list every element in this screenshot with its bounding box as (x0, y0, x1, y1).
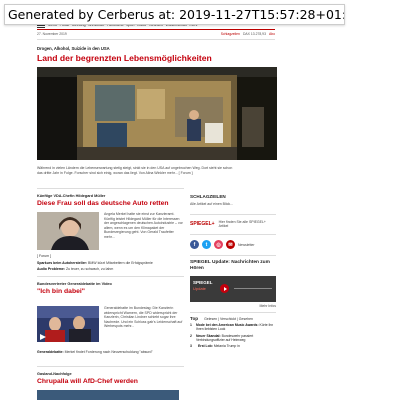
spiegel-plus-link[interactable]: Hier finden Sie alle SPIEGEL+ Artikel (219, 220, 276, 228)
article2-teaser: Generaldebatte im Bundestag: Die Kanzler… (104, 306, 183, 329)
divider (37, 188, 184, 189)
dateline: 27. November 2019 Schlagzeilen DAX 13.27… (37, 32, 275, 38)
top-item-text: Neuer Skandal: Bundeswehr passiert Verbi… (196, 334, 276, 343)
article1-image[interactable] (37, 212, 99, 250)
mail-icon[interactable]: ✉ (226, 240, 235, 249)
spiegel-plus-logo[interactable]: SPIEGEL+ (190, 221, 215, 227)
instagram-icon[interactable]: ◎ (214, 240, 223, 249)
article1-related-2[interactable]: Audio Probleme: Zu teuer, zu schwach, zu… (37, 267, 113, 271)
article3-headline[interactable]: Chrupalla will AfD-Chef werden (37, 378, 138, 385)
article1-related-1[interactable]: Sparkurs beim Autohersteller: BMW kürzt … (37, 261, 153, 265)
generated-banner: Generated by Cerberus at: 2019-11-27T15:… (4, 4, 345, 25)
divider (37, 276, 184, 277)
related-label: Audio Probleme: (37, 267, 66, 271)
article2-kicker[interactable]: Bundesvertreter Generaldebatte im Video (37, 282, 112, 286)
player-brand: SPIEGEL (193, 280, 213, 285)
top-item-rest: Melania Trump in (213, 344, 240, 349)
rank-number: 3 (190, 344, 192, 349)
headlines-title[interactable]: SCHLAGZEILEN (190, 194, 276, 199)
article1-kicker[interactable]: Künftige VDA-Chefin Hildegard Müller (37, 194, 105, 198)
top-item-text: Erst Lob: Melania Trump in (198, 344, 240, 348)
headlines-link[interactable]: Schlagzeilen (221, 32, 240, 38)
top-item-title: Erst Lob: (198, 344, 213, 349)
top-list-item[interactable]: 3 Erst Lob: Melania Trump in (190, 344, 276, 348)
article3-image[interactable] (37, 390, 179, 400)
progress-bar[interactable] (234, 288, 272, 289)
twitter-icon[interactable]: t (202, 240, 211, 249)
divider (37, 39, 275, 40)
update-title[interactable]: SPIEGEL Update: Nachrichten zum Hören (190, 260, 276, 272)
divider (37, 366, 184, 367)
related-text: Merkel findet Forderung nach Neuverschul… (64, 350, 153, 354)
article1-teaser: Angela Merkel hatte sie einst zur Kanzle… (104, 212, 183, 239)
divider (190, 255, 276, 256)
headlines-text[interactable]: Alle Artikel auf einen Blick... (190, 202, 276, 206)
audio-player[interactable]: SPIEGEL Update (190, 276, 276, 302)
spiegel-page: Menü Politik Meinung Wirtschaft Panorama Spor… (33, 0, 279, 400)
hero-caption: Während in vielen Ländern die Lebenserwa… (37, 166, 233, 175)
more-audio-link[interactable]: Mehr Infos (190, 304, 276, 308)
player-sub: Update (193, 286, 206, 291)
related-text: Zu teuer, zu schwach, zu lahm (66, 267, 114, 271)
right-column: SCHLAGZEILEN Alle Artikel auf einen Blic… (190, 194, 276, 348)
related-label: Sparkurs beim Autohersteller: (37, 261, 88, 265)
article1-headline[interactable]: Diese Frau soll das deutsche Auto retten (37, 200, 169, 207)
divider (190, 214, 276, 215)
divider (190, 312, 276, 313)
nav-divider (37, 29, 275, 30)
top-item-text: Mode bei den American Music Awards: Kürt… (196, 323, 276, 332)
abo-link[interactable]: Abo (269, 32, 275, 38)
top-list-item[interactable]: 1 Mode bei den American Music Awards: Kür… (190, 323, 276, 332)
related-text: BMW kürzt Mitarbeitern die Erfolgsprämie (88, 261, 153, 265)
garage-photo (37, 67, 277, 160)
divider (190, 234, 276, 235)
play-icon[interactable] (220, 284, 229, 293)
hero-headline[interactable]: Land der begrenzten Lebensmöglichkeiten (37, 53, 212, 63)
date-text: 27. November 2019 (37, 32, 67, 36)
article2-related[interactable]: Generaldebatte: Merkel findet Forderung … (37, 350, 153, 354)
dax-link[interactable]: DAX 13.278,93 (243, 32, 266, 38)
video-photo (37, 306, 99, 342)
portrait-photo (37, 212, 99, 250)
article1-forum[interactable]: [ Forum ] (37, 254, 51, 258)
hero-kicker[interactable]: Drogen, Alkohol, Suizide in den USA (37, 46, 110, 51)
article3-kicker[interactable]: Gasland-Nachfolge (37, 372, 72, 376)
top-list-item[interactable]: 2 Neuer Skandal: Bundeswehr passiert Verb… (190, 334, 276, 343)
newsletter-link[interactable]: Newsletter (238, 243, 255, 247)
top-tabs[interactable]: Gelesen | Verschickt | Gesehen (204, 317, 253, 321)
facebook-icon[interactable]: f (190, 240, 199, 249)
top-list: 1 Mode bei den American Music Awards: Kür… (190, 323, 276, 348)
top-label: Top (190, 316, 199, 321)
social-links: f t ◎ ✉ Newsletter (190, 240, 276, 249)
related-label: Generaldebatte: (37, 350, 64, 354)
article2-headline[interactable]: "Ich bin dabei" (37, 288, 85, 295)
hero-image[interactable] (37, 67, 277, 160)
article2-image[interactable] (37, 306, 99, 342)
